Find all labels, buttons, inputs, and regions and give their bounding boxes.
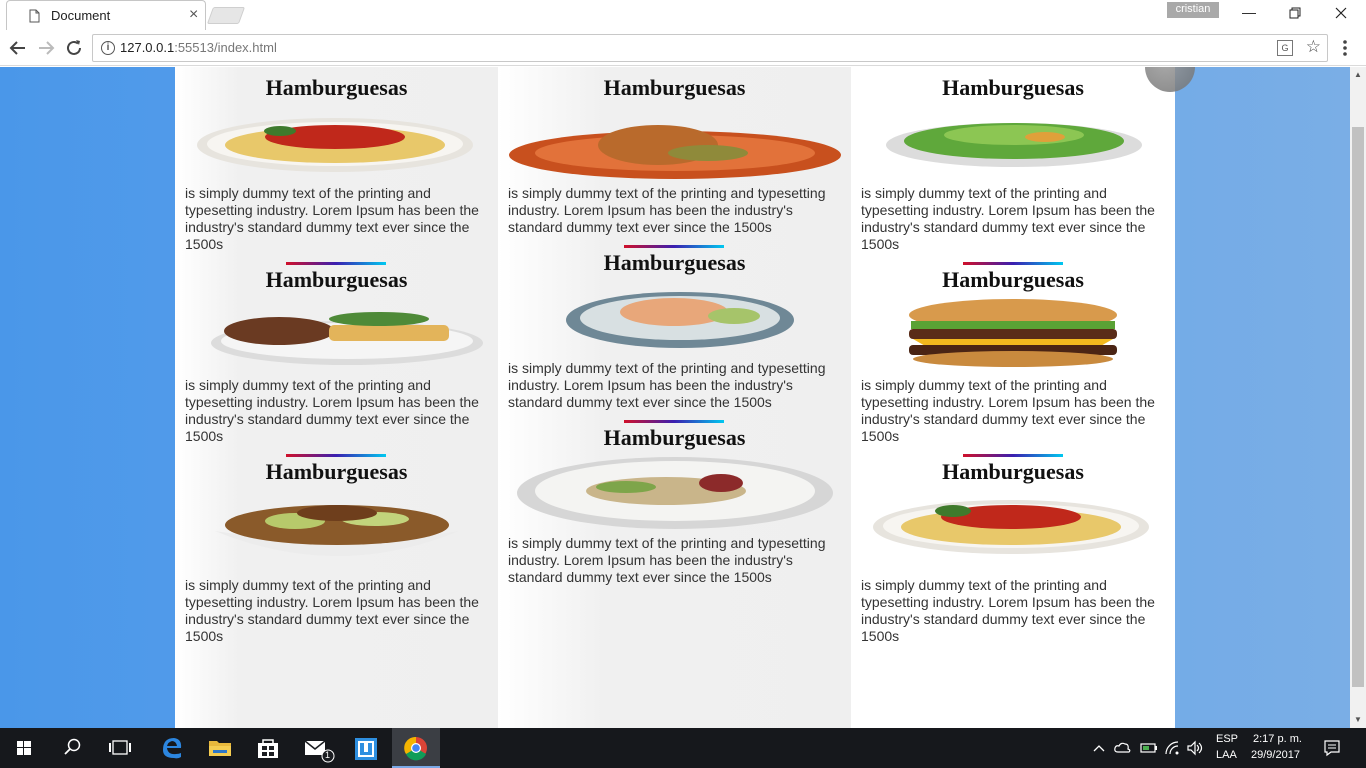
browser-tab[interactable]: Document × bbox=[6, 0, 206, 30]
card-title: Hamburguesas bbox=[942, 75, 1084, 100]
fish-plate-dish-image bbox=[566, 292, 794, 348]
menu-grid: Hamburguesas is simply dummy text of the… bbox=[175, 67, 1175, 728]
scroll-up-icon[interactable]: ▲ bbox=[1354, 70, 1362, 79]
tab-strip: Document × cristian — bbox=[0, 0, 1366, 30]
language-indicator-bottom[interactable]: LAA bbox=[1216, 749, 1237, 761]
gradient-divider bbox=[963, 454, 1063, 457]
steak-fries-dish-image bbox=[211, 312, 483, 365]
gradient-divider bbox=[963, 262, 1063, 265]
page-viewport: Hamburguesas is simply dummy text of the… bbox=[0, 67, 1350, 728]
menu-column-1: Hamburguesas is simply dummy text of the… bbox=[175, 67, 498, 728]
windows-start-icon[interactable] bbox=[0, 728, 48, 768]
card-title: Hamburguesas bbox=[942, 459, 1084, 484]
address-bar[interactable]: i 127.0.0.1:55513/index.html G ☆ bbox=[92, 34, 1328, 62]
card-title: Hamburguesas bbox=[265, 459, 408, 484]
cloud-sync-icon[interactable] bbox=[1114, 740, 1132, 756]
task-view-icon[interactable] bbox=[96, 728, 144, 768]
menu-column-2: Hamburguesas is simply dummy text of the… bbox=[498, 67, 851, 728]
translate-icon[interactable]: G bbox=[1277, 40, 1293, 56]
card-description: is simply dummy text of the printing and… bbox=[508, 535, 826, 585]
info-icon[interactable]: i bbox=[101, 41, 115, 55]
wifi-icon[interactable] bbox=[1164, 740, 1182, 756]
close-window-icon[interactable] bbox=[1326, 4, 1356, 24]
card-title: Hamburguesas bbox=[603, 250, 746, 275]
chrome-taskbar-button[interactable] bbox=[392, 728, 440, 768]
minimize-icon[interactable]: — bbox=[1234, 4, 1264, 24]
card-title: Hamburguesas bbox=[265, 267, 408, 292]
card-description: is simply dummy text of the printing and… bbox=[185, 577, 479, 644]
menu-column-3: Hamburguesas is simply dummy text of the… bbox=[851, 67, 1175, 728]
menu-dots-icon[interactable] bbox=[1342, 39, 1348, 57]
spaghetti-dish-image bbox=[873, 500, 1149, 554]
card-title: Hamburguesas bbox=[942, 267, 1084, 292]
vertical-scrollbar[interactable]: ▲ ▼ bbox=[1350, 67, 1366, 728]
url-text: 127.0.0.1:55513/index.html bbox=[120, 40, 277, 55]
card-title: Hamburguesas bbox=[603, 425, 746, 450]
action-center-icon[interactable] bbox=[1323, 739, 1341, 757]
card-description: is simply dummy text of the printing and… bbox=[185, 377, 479, 444]
spaghetti-dish-image bbox=[197, 118, 473, 172]
clock-time[interactable]: 2:17 p. m. bbox=[1253, 733, 1302, 745]
roast-chicken-dish-image bbox=[509, 125, 841, 179]
gradient-divider bbox=[624, 245, 724, 248]
scroll-down-icon[interactable]: ▼ bbox=[1354, 715, 1362, 724]
gradient-divider bbox=[286, 262, 386, 265]
card-description: is simply dummy text of the printing and… bbox=[861, 577, 1155, 644]
forward-arrow-icon[interactable] bbox=[35, 37, 57, 59]
search-icon[interactable] bbox=[48, 728, 96, 768]
app-icon[interactable] bbox=[342, 728, 390, 768]
chrome-icon bbox=[404, 736, 427, 761]
burger-dish-image bbox=[909, 299, 1117, 367]
card-description: is simply dummy text of the printing and… bbox=[185, 185, 479, 252]
windows-taskbar: 1 ESP LAA 2:17 p. m. 29/9/2017 bbox=[0, 728, 1366, 768]
clock-date[interactable]: 29/9/2017 bbox=[1251, 749, 1300, 761]
document-icon bbox=[29, 9, 40, 23]
mail-badge: 1 bbox=[325, 750, 331, 760]
card-title: Hamburguesas bbox=[603, 75, 746, 100]
battery-icon[interactable] bbox=[1140, 741, 1158, 755]
url-path: :55513/index.html bbox=[174, 40, 277, 55]
stir-fry-dish-image bbox=[215, 505, 459, 556]
new-tab-button[interactable] bbox=[206, 7, 246, 24]
bookmark-star-icon[interactable]: ☆ bbox=[1306, 37, 1321, 57]
volume-icon[interactable] bbox=[1186, 740, 1204, 756]
card-description: is simply dummy text of the printing and… bbox=[861, 185, 1155, 252]
mail-app[interactable]: 1 bbox=[292, 728, 340, 768]
scrollbar-thumb[interactable] bbox=[1352, 127, 1364, 687]
reload-icon[interactable] bbox=[63, 37, 85, 59]
gourmet-plate-dish-image bbox=[517, 457, 833, 529]
gradient-divider bbox=[286, 454, 386, 457]
language-indicator-top[interactable]: ESP bbox=[1216, 733, 1238, 745]
edge-browser-icon[interactable] bbox=[148, 728, 196, 768]
card-title: Hamburguesas bbox=[265, 75, 408, 100]
gradient-divider bbox=[624, 420, 724, 423]
salad-dish-image bbox=[886, 123, 1142, 167]
mail-icon bbox=[304, 740, 335, 763]
chevron-up-icon[interactable] bbox=[1092, 741, 1106, 755]
profile-badge[interactable]: cristian bbox=[1167, 2, 1219, 18]
close-tab-icon[interactable]: × bbox=[189, 6, 198, 24]
browser-toolbar: i 127.0.0.1:55513/index.html G ☆ bbox=[0, 30, 1366, 66]
url-host: 127.0.0.1 bbox=[120, 40, 175, 55]
restore-icon[interactable] bbox=[1280, 4, 1310, 24]
card-description: is simply dummy text of the printing and… bbox=[508, 360, 826, 410]
back-arrow-icon[interactable] bbox=[7, 37, 29, 59]
file-explorer-icon[interactable] bbox=[196, 728, 244, 768]
card-description: is simply dummy text of the printing and… bbox=[508, 185, 826, 235]
tab-title: Document bbox=[51, 8, 111, 23]
store-icon[interactable] bbox=[244, 728, 292, 768]
card-description: is simply dummy text of the printing and… bbox=[861, 377, 1155, 444]
